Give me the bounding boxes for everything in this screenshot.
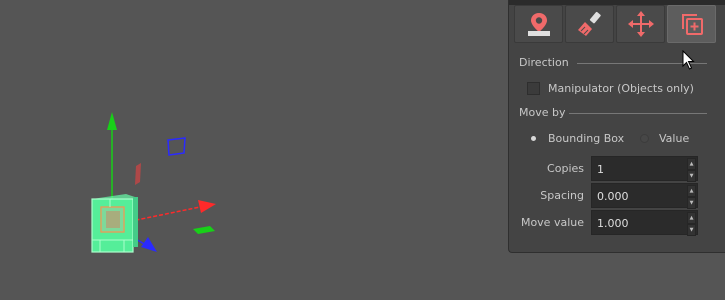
duplicate-button[interactable] bbox=[667, 5, 716, 43]
place-on-surface-button[interactable] bbox=[514, 5, 563, 43]
xz-plane-handle[interactable] bbox=[193, 226, 215, 234]
duplicate-icon bbox=[681, 14, 703, 35]
move-arrows-icon bbox=[627, 11, 654, 37]
decrement-icon[interactable]: ▼ bbox=[687, 170, 696, 182]
decrement-icon[interactable]: ▼ bbox=[687, 224, 696, 236]
spacing-label: Spacing bbox=[540, 189, 584, 202]
increment-icon[interactable]: ▲ bbox=[687, 212, 696, 224]
bounding-box-radio[interactable] bbox=[531, 135, 536, 141]
move-by-section-header[interactable]: Move by bbox=[519, 105, 719, 121]
y-axis-arrow-icon[interactable] bbox=[107, 112, 117, 130]
spacing-row: Spacing 0.000 ▲ ▼ bbox=[509, 183, 719, 209]
spacing-stepper[interactable]: ▲ ▼ bbox=[687, 185, 696, 209]
value-option[interactable]: Value bbox=[640, 130, 689, 146]
spacing-value: 0.000 bbox=[597, 190, 629, 203]
manipulator-option[interactable]: Manipulator (Objects only) bbox=[527, 80, 694, 96]
increment-icon[interactable]: ▲ bbox=[687, 158, 696, 170]
bounding-box-label: Bounding Box bbox=[548, 131, 625, 145]
move-value-stepper[interactable]: ▲ ▼ bbox=[687, 212, 696, 236]
transform-gizmo[interactable] bbox=[0, 0, 300, 300]
bounding-box-option[interactable]: Bounding Box bbox=[529, 130, 624, 146]
move-button[interactable] bbox=[616, 5, 665, 43]
decrement-icon[interactable]: ▼ bbox=[687, 197, 696, 209]
z-axis-arrow-icon[interactable] bbox=[141, 237, 157, 252]
xy-plane-handle[interactable] bbox=[167, 137, 186, 156]
copies-label: Copies bbox=[547, 162, 584, 175]
copies-value: 1 bbox=[597, 163, 604, 176]
value-label: Value bbox=[659, 131, 690, 145]
direction-header-label: Direction bbox=[519, 56, 569, 69]
move-value-value: 1.000 bbox=[597, 217, 629, 230]
mouse-cursor-icon bbox=[682, 50, 695, 70]
copies-input[interactable]: 1 ▲ ▼ bbox=[591, 156, 698, 182]
move-by-header-label: Move by bbox=[519, 106, 566, 119]
move-value-label: Move value bbox=[520, 216, 584, 229]
spacing-input[interactable]: 0.000 ▲ ▼ bbox=[591, 183, 698, 209]
copies-row: Copies 1 ▲ ▼ bbox=[509, 156, 719, 182]
yz-plane-handle[interactable] bbox=[135, 163, 141, 185]
place-on-surface-icon bbox=[527, 13, 550, 36]
selected-object[interactable] bbox=[91, 194, 138, 253]
tool-panel: Direction Manipulator (Objects only) Mov… bbox=[508, 0, 725, 253]
increment-icon[interactable]: ▲ bbox=[687, 185, 696, 197]
paint-brush-icon bbox=[577, 11, 601, 36]
manipulator-label: Manipulator (Objects only) bbox=[548, 81, 694, 95]
manipulator-checkbox[interactable] bbox=[527, 81, 540, 95]
move-value-input[interactable]: 1.000 ▲ ▼ bbox=[591, 210, 698, 236]
section-divider bbox=[569, 113, 707, 114]
copies-stepper[interactable]: ▲ ▼ bbox=[687, 158, 696, 182]
value-radio[interactable] bbox=[640, 133, 649, 143]
x-axis-arrow-icon[interactable] bbox=[198, 200, 216, 213]
tool-toolbar bbox=[514, 5, 720, 45]
move-value-row: Move value 1.000 ▲ ▼ bbox=[509, 210, 719, 236]
paint-brush-button[interactable] bbox=[565, 5, 614, 43]
